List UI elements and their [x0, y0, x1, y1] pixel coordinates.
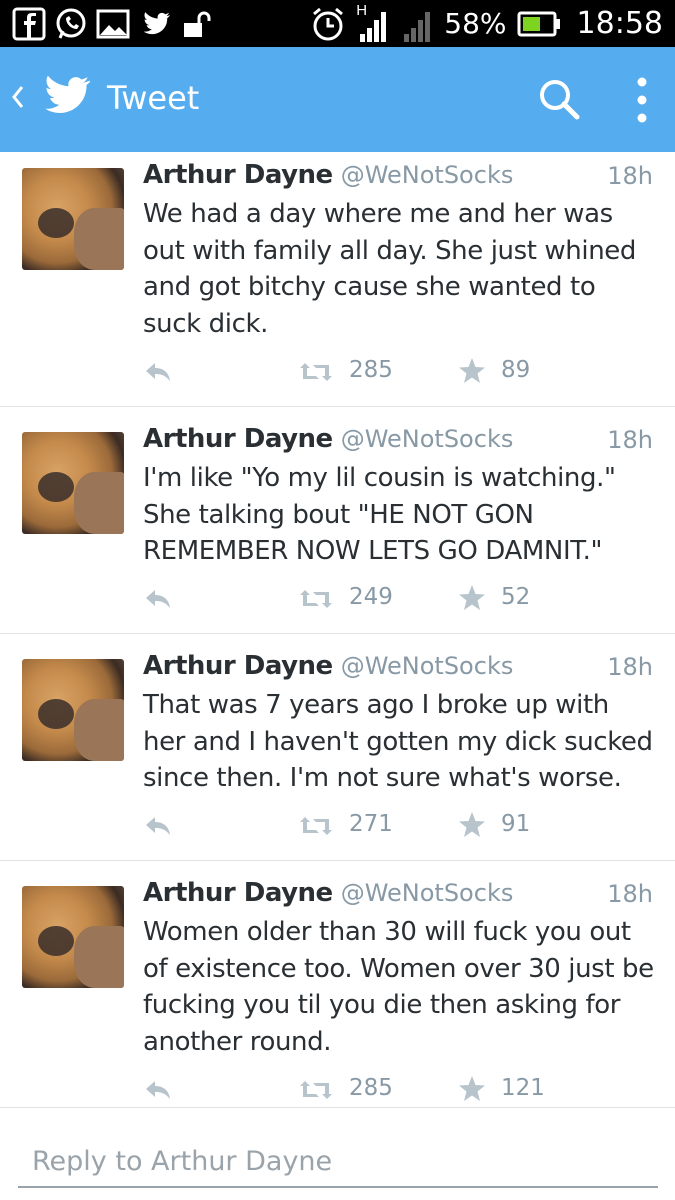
tweet-item[interactable]: Arthur Dayne @WeNotSocks 18h We had a day… — [0, 152, 675, 407]
retweet-icon[interactable] — [299, 1078, 333, 1102]
avatar[interactable] — [22, 659, 124, 761]
twitter-icon — [143, 12, 170, 35]
clock: 18:58 — [576, 6, 663, 41]
system-indicators: H 58% 18:58 — [310, 0, 663, 47]
tweet-item[interactable]: Arthur Dayne @WeNotSocks 18h Women older … — [0, 861, 675, 1108]
retweet-icon[interactable] — [299, 814, 333, 838]
whatsapp-icon — [56, 8, 86, 39]
reply-icon[interactable] — [143, 1078, 173, 1102]
favorite-count: 52 — [501, 584, 531, 610]
tweet-item[interactable]: Arthur Dayne @WeNotSocks 18h I'm like "Yo… — [0, 407, 675, 634]
twitter-bird-icon[interactable] — [40, 76, 90, 118]
star-icon[interactable] — [458, 357, 486, 385]
reply-icon[interactable] — [143, 814, 173, 838]
tweet-text: I'm like "Yo my lil cousin is watching."… — [143, 463, 616, 566]
page-title: Tweet — [107, 79, 200, 117]
app-bar: Tweet — [0, 47, 675, 152]
author-handle[interactable]: @WeNotSocks — [341, 161, 514, 189]
tweet-text: Women older than 30 will fuck you out of… — [143, 917, 654, 1057]
favorite-count: 91 — [501, 811, 531, 837]
tweet-actions: 285 89 — [143, 357, 623, 387]
avatar[interactable] — [22, 432, 124, 534]
star-icon[interactable] — [458, 1075, 486, 1103]
tweet-time: 18h — [607, 653, 653, 681]
unlock-icon — [184, 11, 211, 37]
author-name[interactable]: Arthur Dayne — [143, 651, 333, 681]
author-name[interactable]: Arthur Dayne — [143, 160, 333, 190]
author-handle[interactable]: @WeNotSocks — [341, 425, 514, 453]
favorite-count: 121 — [501, 1075, 545, 1101]
notification-icons — [12, 7, 214, 41]
reply-input[interactable] — [18, 1136, 658, 1188]
star-icon[interactable] — [458, 584, 486, 612]
author-name[interactable]: Arthur Dayne — [143, 424, 333, 454]
retweet-count: 249 — [349, 584, 393, 610]
tweet-time: 18h — [607, 426, 653, 454]
tweet-text: We had a day where me and her was out wi… — [143, 199, 636, 339]
tweet-actions: 249 52 — [143, 584, 623, 614]
author-name[interactable]: Arthur Dayne — [143, 878, 333, 908]
tweet-time: 18h — [607, 880, 653, 908]
battery-icon — [517, 11, 560, 36]
tweet-actions: 271 91 — [143, 811, 623, 841]
avatar[interactable] — [22, 886, 124, 988]
facebook-icon — [12, 7, 46, 41]
retweet-count: 285 — [349, 1075, 393, 1101]
signal-icon: H — [356, 2, 390, 44]
favorite-count: 89 — [501, 357, 531, 383]
retweet-count: 285 — [349, 357, 393, 383]
tweet-list: Arthur Dayne @WeNotSocks 18h We had a day… — [0, 152, 675, 1108]
author-handle[interactable]: @WeNotSocks — [341, 879, 514, 907]
alarm-icon — [313, 7, 344, 40]
reply-icon[interactable] — [143, 360, 173, 384]
reply-bar — [0, 1108, 675, 1200]
tweet-text: That was 7 years ago I broke up with her… — [143, 690, 653, 793]
retweet-icon[interactable] — [299, 360, 333, 384]
gallery-icon — [96, 9, 130, 39]
back-chevron-icon[interactable] — [10, 83, 26, 111]
reply-icon[interactable] — [143, 587, 173, 611]
avatar[interactable] — [22, 168, 124, 270]
retweet-icon[interactable] — [299, 587, 333, 611]
battery-percent: 58% — [444, 7, 507, 40]
signal-icon — [404, 11, 431, 42]
tweet-actions: 285 121 — [143, 1075, 623, 1105]
tweet-item[interactable]: Arthur Dayne @WeNotSocks 18h That was 7 y… — [0, 634, 675, 861]
author-handle[interactable]: @WeNotSocks — [341, 652, 514, 680]
search-icon[interactable] — [537, 77, 581, 121]
star-icon[interactable] — [458, 811, 486, 839]
overflow-menu-icon[interactable] — [630, 75, 654, 125]
status-bar: H 58% 18:58 — [0, 0, 675, 47]
tweet-time: 18h — [607, 162, 653, 190]
retweet-count: 271 — [349, 811, 393, 837]
